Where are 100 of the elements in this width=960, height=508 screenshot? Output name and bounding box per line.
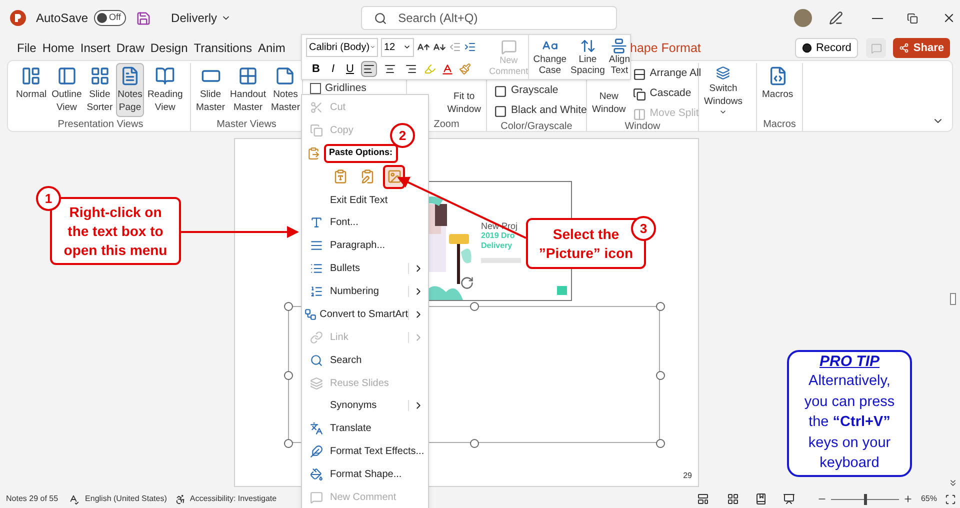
size-select[interactable]: 12 [381,38,414,56]
resize-handle[interactable] [284,439,293,448]
share-button[interactable]: Share [893,38,950,58]
slide-body-text [481,258,521,263]
share-icon [899,43,910,53]
ribbon-button[interactable]: Cascade [632,84,702,104]
record-button[interactable]: Record [794,38,858,58]
toolbar-button[interactable]: Align Text [608,38,630,79]
paste-option[interactable] [383,164,405,189]
menu-item[interactable]: Bullets [302,257,428,280]
zoom-level[interactable]: 65% [920,493,937,505]
avatar[interactable] [794,9,812,27]
toolbar-button[interactable]: Change Case [533,38,567,79]
resize-handle[interactable] [470,439,479,448]
text-style-button[interactable]: B [310,60,322,78]
resize-handle[interactable] [656,302,665,311]
ribbon-button[interactable]: Notes Master [268,63,302,117]
caret-icon [719,108,728,116]
zoom-slider[interactable] [830,494,899,504]
comment-icon [310,490,322,504]
align-button[interactable] [361,61,377,77]
ribbon-tab[interactable]: hape Format [630,38,701,58]
group-label: Color/Grayscale [500,121,574,133]
document-title[interactable]: Deliverly [171,9,232,27]
cascade-icon [632,88,646,100]
ribbon-button[interactable]: Slide Master [194,63,228,117]
ribbon-button[interactable]: Black and White [494,101,587,121]
text-style-button[interactable]: I [327,60,339,78]
zoom-thumb[interactable] [864,494,867,504]
checkbox[interactable]: Gridlines [310,81,366,95]
slides-icon [310,376,322,390]
font-select[interactable]: Calibri (Body) [306,38,378,56]
text-style-button[interactable]: U [344,60,356,78]
slide-logo [557,286,567,295]
resize-handle[interactable] [284,371,293,380]
ribbon-tab[interactable]: Insert [80,39,110,57]
ribbon-button[interactable]: Outline View [50,63,84,117]
ribbon-tab[interactable]: File [17,39,36,57]
ribbon-button[interactable]: Grayscale [494,81,587,101]
align-right-icon [405,63,417,75]
ribbon-button[interactable]: Arrange All [632,64,702,84]
ribbon-button[interactable]: Switch Windows [702,63,745,117]
text-effects-icon [310,445,322,458]
resize-handle[interactable] [656,371,665,380]
highlighter-icon [424,63,436,75]
ribbon-button[interactable]: Reading View [145,63,185,117]
rotate-handle-icon [460,276,474,290]
accessibility-status[interactable]: Accessibility: Investigate [190,493,277,505]
menu-item[interactable]: Format Text Effects... [302,440,428,464]
ribbon-button[interactable]: New Window [590,85,628,117]
ribbon-button[interactable]: Notes Page [116,63,144,117]
ribbon-button[interactable]: Handout Master [228,63,268,117]
menu-item[interactable]: Exit Edit Text [302,188,428,212]
ribbon-tab[interactable]: Draw [116,39,144,57]
menu-item[interactable]: Synonyms [302,394,428,418]
search-icon [374,12,388,25]
menu-item[interactable]: Convert to SmartArt [302,303,428,326]
format-shape-icon [310,468,322,482]
search-field[interactable]: Search (Alt+Q) [361,6,618,30]
group-label: Zoom [432,119,460,131]
step-number: 1 [36,186,61,211]
menu-item[interactable]: Font... [302,212,428,234]
arrange-all-icon [632,68,646,80]
group-label: Master Views [216,119,278,131]
resize-handle[interactable] [470,302,479,311]
group-label: Window [624,121,662,133]
menu-item[interactable]: Format Shape... [302,463,428,486]
autosave-toggle[interactable]: Off [94,10,126,26]
menu-item[interactable]: Numbering [302,280,428,303]
ribbon-button[interactable]: Macros [760,63,796,117]
resize-handle[interactable] [656,439,665,448]
menu-item[interactable]: Paragraph... [302,234,428,258]
ribbon-button[interactable]: Slide Sorter [84,63,115,117]
save-icon [136,10,152,26]
menu-item[interactable]: Search [302,348,428,372]
ribbon-tab[interactable]: Transitions [194,39,252,57]
scroll-thumb[interactable] [950,293,956,305]
link-icon [310,330,322,344]
toolbar-button[interactable]: Line Spacing [570,38,605,79]
ribbon-tab[interactable]: Anim [258,39,286,57]
numbering-icon [310,285,322,298]
notes-page-icon [120,66,140,86]
search-icon [310,354,322,367]
outline-view-icon [56,66,77,86]
ribbon-tab[interactable]: Design [150,39,188,57]
resize-handle[interactable] [284,302,293,311]
ribbon-button[interactable]: Fit to Window [445,85,483,117]
app-logo-icon [10,10,26,26]
bullets-icon [310,262,322,276]
language[interactable]: English (United States) [85,493,167,505]
reading-view-icon [754,493,767,505]
ribbon-tab[interactable]: Home [42,39,74,57]
align-left-icon [363,63,375,75]
menu-item[interactable]: Translate [302,417,428,440]
pro-tip-title: PRO TIP [819,353,880,371]
accessibility-icon [174,494,186,504]
smartart-icon [304,308,318,321]
comment-icon [500,39,517,55]
record-icon [802,43,812,53]
ribbon-button[interactable]: Normal [14,63,49,117]
